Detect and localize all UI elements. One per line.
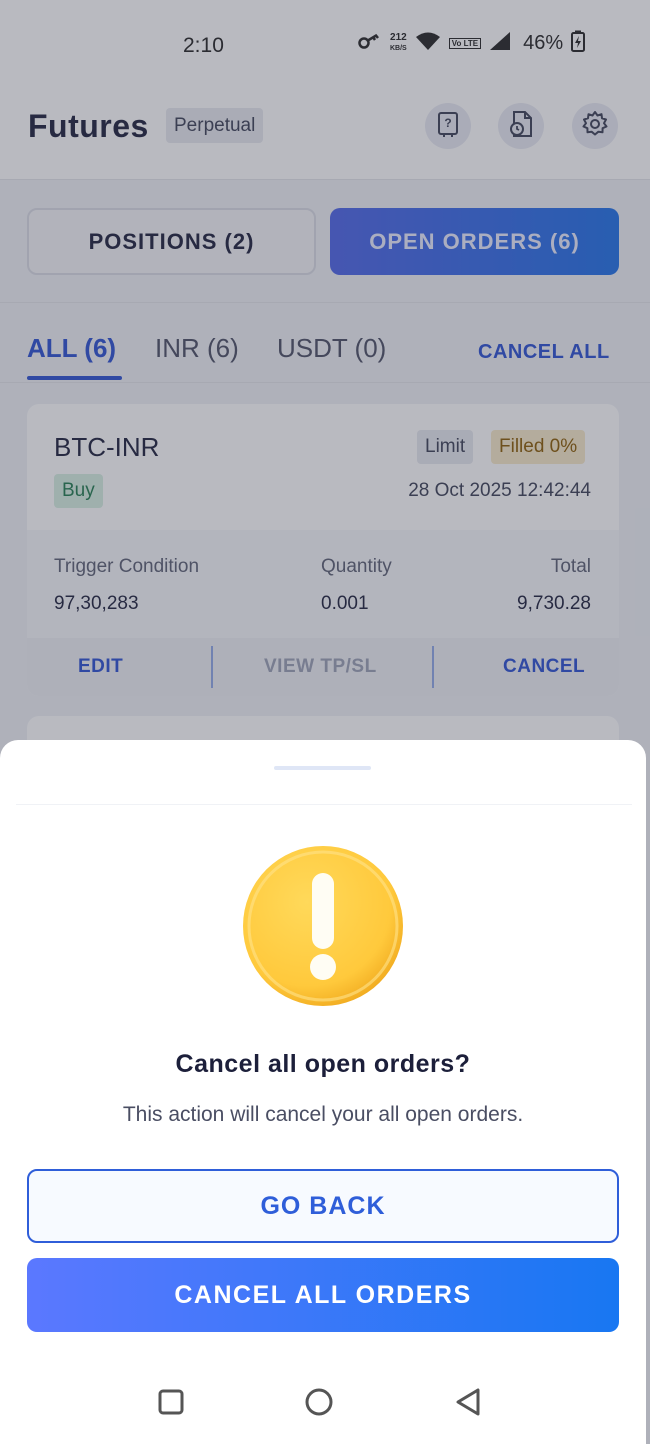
system-nav-bar bbox=[0, 1362, 646, 1444]
warning-exclamation-icon bbox=[242, 845, 404, 1007]
go-back-button[interactable]: GO BACK bbox=[27, 1169, 619, 1243]
back-triangle-icon[interactable] bbox=[450, 1384, 486, 1420]
drag-handle[interactable] bbox=[274, 766, 371, 770]
dialog-message: This action will cancel your all open or… bbox=[122, 1103, 524, 1126]
dialog-divider bbox=[16, 804, 632, 805]
recents-square-icon[interactable] bbox=[153, 1384, 189, 1420]
cancel-all-dialog: Cancel all open orders? This action will… bbox=[0, 740, 646, 1444]
home-circle-icon[interactable] bbox=[301, 1384, 337, 1420]
cancel-all-orders-button[interactable]: CANCEL ALL ORDERS bbox=[27, 1258, 619, 1332]
dialog-title: Cancel all open orders? bbox=[175, 1050, 471, 1078]
